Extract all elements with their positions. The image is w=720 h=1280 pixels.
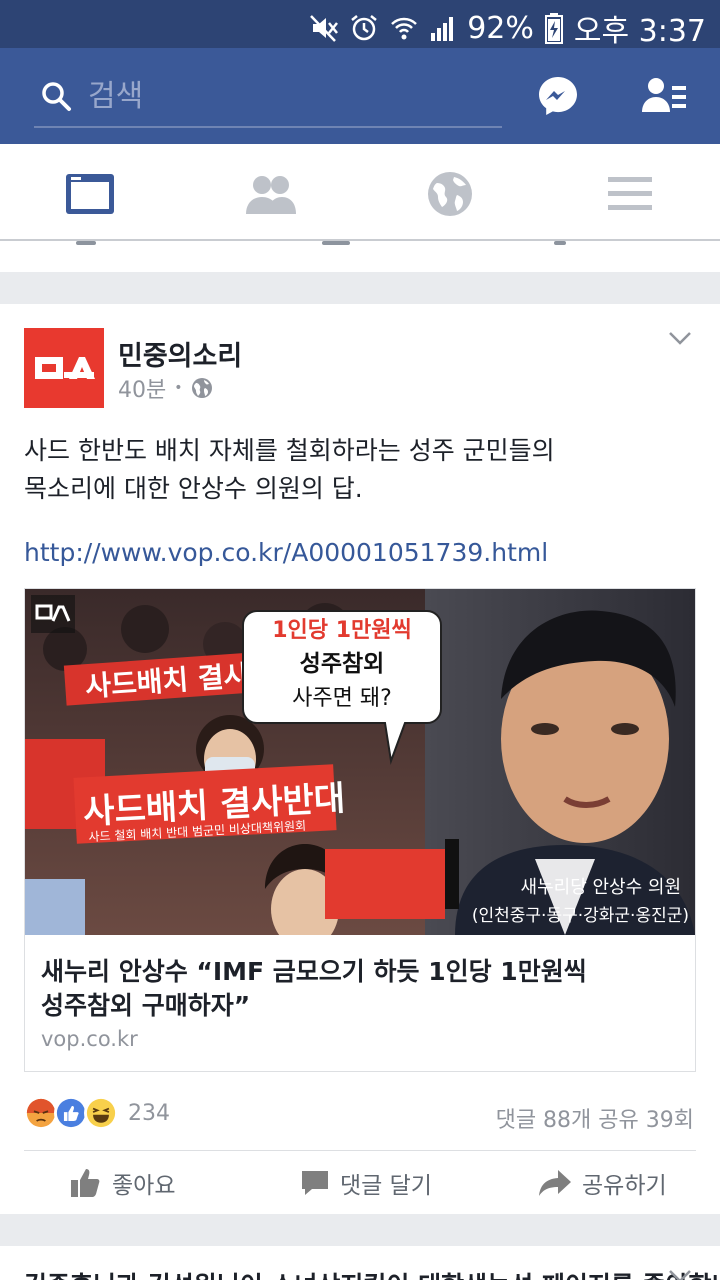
next-post-text[interactable]: 김종훈님과 김성원님이 소녀상지킴이 대학생농성 페이지를 좋아합니다 xyxy=(24,1266,720,1280)
like-reaction-icon xyxy=(54,1096,88,1130)
friend-requests-icon[interactable] xyxy=(642,76,688,116)
haha-reaction-icon xyxy=(84,1096,118,1130)
mute-icon xyxy=(310,15,339,42)
tab-friends[interactable] xyxy=(240,164,300,224)
previous-post-actions xyxy=(0,241,720,272)
page-avatar[interactable] xyxy=(24,328,104,408)
comment-label: 댓글 달기 xyxy=(340,1173,432,1199)
share-label: 공유하기 xyxy=(582,1173,667,1199)
comment-icon xyxy=(302,1171,328,1195)
alarm-icon xyxy=(351,15,377,41)
page-name[interactable]: 민중의소리 xyxy=(118,334,242,373)
friends-icon xyxy=(246,176,296,214)
link-title-line: 성주참외 구매하자” xyxy=(41,991,251,1020)
chevron-down-icon[interactable] xyxy=(668,1268,692,1280)
next-post-card: 김종훈님과 김성원님이 소녀상지킴이 대학생농성 페이지를 좋아합니다 xyxy=(0,1246,720,1280)
like-button[interactable]: 좋아요 xyxy=(70,1166,175,1200)
tab-bar xyxy=(0,144,720,241)
search-box[interactable] xyxy=(34,72,502,128)
link-preview[interactable]: 사드배치 결사반대 사드배치 결사반대 사드 철회 배치 반대 범군민 비상대책… xyxy=(24,588,696,1072)
image-caption-line-1: 새누리당 안상수 의원 xyxy=(521,877,681,898)
reaction-count: 234 xyxy=(128,1100,170,1126)
like-label: 좋아요 xyxy=(112,1173,176,1199)
battery-percent: 92% xyxy=(467,10,534,46)
comments-shares-count[interactable]: 댓글 88개 공유 39회 xyxy=(496,1102,694,1134)
post-text: 사드 한반도 배치 자체를 철회하라는 성주 군민들의 목소리에 대한 안상수 … xyxy=(24,432,684,508)
link-title[interactable]: 새누리 안상수 “IMF 금모으기 하듯 1인당 1만원씩 성주참외 구매하자” xyxy=(41,955,661,1023)
vop-logo xyxy=(35,357,95,379)
wifi-icon xyxy=(391,17,418,40)
post-time[interactable]: 40분 xyxy=(118,372,166,404)
share-button[interactable]: 공유하기 xyxy=(538,1166,667,1200)
search-icon xyxy=(42,82,71,111)
share-icon xyxy=(539,1170,571,1196)
meta-separator: • xyxy=(174,380,183,396)
link-domain: vop.co.kr xyxy=(41,1027,138,1051)
angry-reaction-icon xyxy=(24,1096,58,1130)
public-globe-icon xyxy=(191,378,212,398)
messenger-icon[interactable] xyxy=(536,74,580,118)
bubble-line-2: 성주참외 xyxy=(300,651,385,677)
post-text-line: 목소리에 대한 안상수 의원의 답. xyxy=(24,474,363,503)
tab-news-feed[interactable] xyxy=(60,164,120,224)
reactions-summary[interactable]: 234 xyxy=(24,1096,170,1130)
hamburger-menu-icon xyxy=(608,177,652,210)
news-feed-icon xyxy=(66,174,114,214)
clock: 오후 3:37 xyxy=(573,14,706,49)
link-preview-image[interactable]: 사드배치 결사반대 사드배치 결사반대 사드 철회 배치 반대 범군민 비상대책… xyxy=(25,589,695,935)
chevron-down-icon[interactable] xyxy=(668,330,692,346)
signal-icon xyxy=(431,17,454,41)
status-bar: 92% 오후 3:37 xyxy=(0,0,720,49)
post-meta: 40분 • xyxy=(118,372,213,404)
post-card: 민중의소리 40분 • 사드 한반도 배치 자체를 철회하라는 성주 군민들의 … xyxy=(0,304,720,1214)
post-url-link[interactable]: http://www.vop.co.kr/A00001051739.html xyxy=(24,538,548,567)
comment-button[interactable]: 댓글 달기 xyxy=(300,1166,432,1200)
bubble-line-3: 사주면 돼? xyxy=(292,686,392,711)
bubble-line-1: 1인당 1만원씩 xyxy=(272,618,411,643)
thumbs-up-icon xyxy=(71,1169,100,1197)
post-text-line: 사드 한반도 배치 자체를 철회하라는 성주 군민들의 xyxy=(24,436,555,465)
divider xyxy=(24,1150,696,1151)
battery-icon xyxy=(544,13,563,44)
tab-notifications[interactable] xyxy=(420,164,480,224)
news-photo: 사드배치 결사반대 사드배치 결사반대 사드 철회 배치 반대 범군민 비상대책… xyxy=(25,589,695,935)
tab-menu[interactable] xyxy=(600,164,660,224)
top-bar xyxy=(0,48,720,144)
search-input[interactable] xyxy=(88,76,488,116)
link-title-line: 새누리 안상수 “IMF 금모으기 하듯 1인당 1만원씩 xyxy=(41,957,587,986)
globe-icon xyxy=(428,172,472,216)
image-caption-line-2: (인천중구·동구·강화군·옹진군) xyxy=(472,906,689,926)
